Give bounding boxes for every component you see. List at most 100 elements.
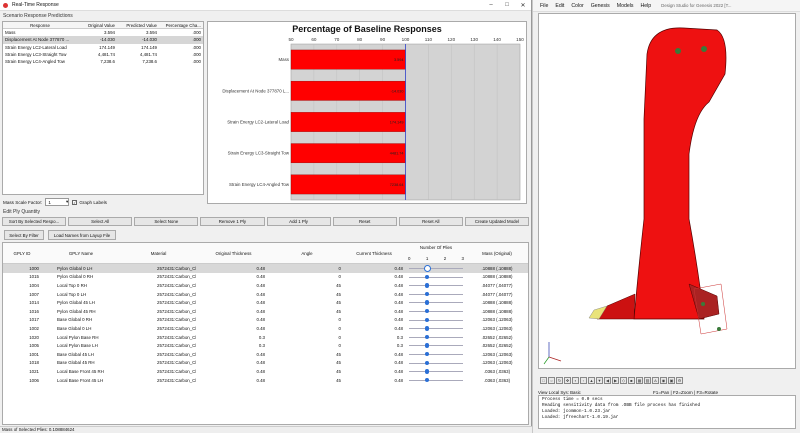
view-left-icon[interactable]: ◀ [604,376,611,384]
menu-genesis[interactable]: Genesis [591,3,610,9]
label-icon[interactable]: A [652,376,659,384]
col-original-thickness[interactable]: Original Thickness [196,251,271,256]
select-by-filter-button[interactable]: Select By Filter [4,230,44,240]
menu-help[interactable]: Help [640,3,651,9]
mass-scale-select[interactable]: 1 ▾ [45,198,70,206]
col-number-of-plies[interactable]: Number Of Plies 0 1 2 3 [405,243,467,263]
col-original[interactable]: Original Value [75,23,117,28]
slider-thumb[interactable] [424,377,430,383]
remove-ply-button[interactable]: Remove 1 Ply [200,217,265,226]
ply-count-slider[interactable] [405,367,467,376]
view-front-icon[interactable]: ▪ [572,376,579,384]
screenshot-icon[interactable]: ▣ [668,376,675,384]
ply-row[interactable]: 1007 Local Top 0 LH 2572431:Carbon_Cloth_4… [3,290,528,299]
view-right-icon[interactable]: ▶ [612,376,619,384]
view-back-icon[interactable]: ▫ [580,376,587,384]
ply-count-slider[interactable] [405,281,467,290]
colors-icon[interactable]: ◉ [660,376,667,384]
col-gply-id[interactable]: GPLY ID [3,251,41,256]
settings-icon[interactable]: ⚙ [676,376,683,384]
ply-row[interactable]: 1001 Base Global 45 LH 2572431:Carbon_Clot… [3,350,528,359]
ply-row[interactable]: 1005 Local Pylon Base LH 2572431:Carbon_Cl… [3,341,528,350]
ply-row[interactable]: 1002 Base Global 0 LH 2572431:Carbon_Cloth… [3,324,528,333]
slider-thumb[interactable] [424,334,430,340]
ply-count-slider[interactable] [405,376,467,385]
select-all-button[interactable]: Select All [68,217,133,226]
prediction-row[interactable]: Strain Energy LC2-Lateral Load 174.149 174… [3,44,203,51]
menu-color[interactable]: Color [571,3,583,9]
col-material[interactable]: Material [121,251,196,256]
slider-thumb[interactable] [424,360,430,366]
col-angle[interactable]: Angle [271,251,343,256]
prediction-row[interactable]: Strain Energy LC3-Straight Tow 4,481.74 4,… [3,51,203,58]
reset-button[interactable]: Reset [332,217,397,226]
ply-row[interactable]: 1017 Base Global 0 RH 2572431:Carbon_Cloth… [3,316,528,325]
load-names-button[interactable]: Load Names from Layup File [48,230,116,240]
ply-row[interactable]: 1000 Pylon Global 0 LH 2572431:Carbon_Clot… [3,264,528,273]
prediction-row[interactable]: Strain Energy LC4-Angled Tow 7,238.6 7,238… [3,58,203,65]
slider-thumb[interactable] [424,291,430,297]
maximize-icon[interactable]: □ [499,2,515,9]
select-none-button[interactable]: Select None [134,217,199,226]
slider-thumb[interactable] [424,351,430,357]
slider-thumb[interactable] [424,317,430,323]
col-percentage[interactable]: Percentage Cha... [159,23,203,28]
slider-thumb[interactable] [424,308,430,314]
prediction-row[interactable]: Mass 3.594 3.594 .000 [3,29,203,36]
ply-count-slider[interactable] [405,350,467,359]
prediction-row[interactable]: Displacement At Node 377870 ... -14.030 -1… [3,36,203,44]
ply-row[interactable]: 1016 Pylon Global 45 RH 2572431:Carbon_Clo… [3,307,528,316]
ply-count-slider[interactable] [405,333,467,342]
model-viewport[interactable] [538,13,796,369]
reset-all-button[interactable]: Reset All [398,217,463,226]
slider-thumb[interactable] [424,343,430,348]
create-updated-model-button[interactable]: Create Updated Model [464,217,529,226]
pan-icon[interactable]: ✥ [564,376,571,384]
rotate-icon[interactable]: ↻ [556,376,563,384]
view-iso-icon[interactable]: ◇ [620,376,627,384]
menu-models[interactable]: Models [617,3,634,9]
col-predicted[interactable]: Predicted Value [117,23,159,28]
ply-count-slider[interactable] [405,359,467,368]
col-gply-name[interactable]: GPLY Name [41,251,121,256]
ply-row[interactable]: 1020 Local Pylon Base RH 2572431:Carbon_Cl… [3,333,528,342]
shade-icon[interactable]: ■ [628,376,635,384]
col-current-thickness[interactable]: Current Thickness [343,251,405,256]
menu-file[interactable]: File [540,3,548,9]
sort-by-selected-button[interactable]: Sort By Selected Respo... [2,217,67,226]
ply-row[interactable]: 1015 Pylon Global 0 RH 2572431:Carbon_Clot… [3,273,528,282]
slider-thumb[interactable] [424,326,430,331]
ply-count-slider[interactable] [405,307,467,316]
ply-count-slider[interactable] [405,316,467,325]
col-mass[interactable]: Mass (Original) [467,251,527,256]
ply-row[interactable]: 1004 Local Top 0 RH 2572431:Carbon_Cloth_4… [3,281,528,290]
add-ply-button[interactable]: Add 1 Ply [266,217,331,226]
view-bottom-icon[interactable]: ▼ [596,376,603,384]
ply-count-slider[interactable] [405,290,467,299]
zoom-icon[interactable]: ○ [548,376,555,384]
menu-edit[interactable]: Edit [555,3,564,9]
graph-labels-checkbox[interactable]: ✓ [72,199,78,205]
view-top-icon[interactable]: ▲ [588,376,595,384]
slider-thumb[interactable] [424,300,430,305]
ply-row[interactable]: 1021 Local Base Front 45 RH 2572431:Carbon… [3,367,528,376]
slider-thumb[interactable] [424,274,430,280]
slider-thumb[interactable] [424,283,430,288]
ply-count-slider[interactable] [405,324,467,333]
col-response[interactable]: Response [3,23,75,28]
ply-row[interactable]: 1014 Pylon Global 45 LH 2572431:Carbon_Clo… [3,298,528,307]
slider-thumb[interactable] [424,369,430,374]
mesh-icon[interactable]: ▧ [644,376,651,384]
fit-view-icon[interactable]: □ [540,376,547,384]
ply-count-slider[interactable] [405,298,467,307]
wireframe-icon[interactable]: ▦ [636,376,643,384]
ply-count-slider[interactable] [405,264,467,273]
close-icon[interactable]: ✕ [515,2,531,9]
ply-row[interactable]: 1006 Local Base Front 45 LH 2572431:Carbon… [3,376,528,385]
ply-cell-name: Local Top 0 RH [57,282,87,288]
ply-count-slider[interactable] [405,341,467,350]
slider-thumb[interactable] [423,264,431,272]
ply-count-slider[interactable] [405,273,467,282]
minimize-icon[interactable]: – [483,2,499,9]
ply-row[interactable]: 1018 Base Global 45 RH 2572431:Carbon_Clot… [3,359,528,368]
